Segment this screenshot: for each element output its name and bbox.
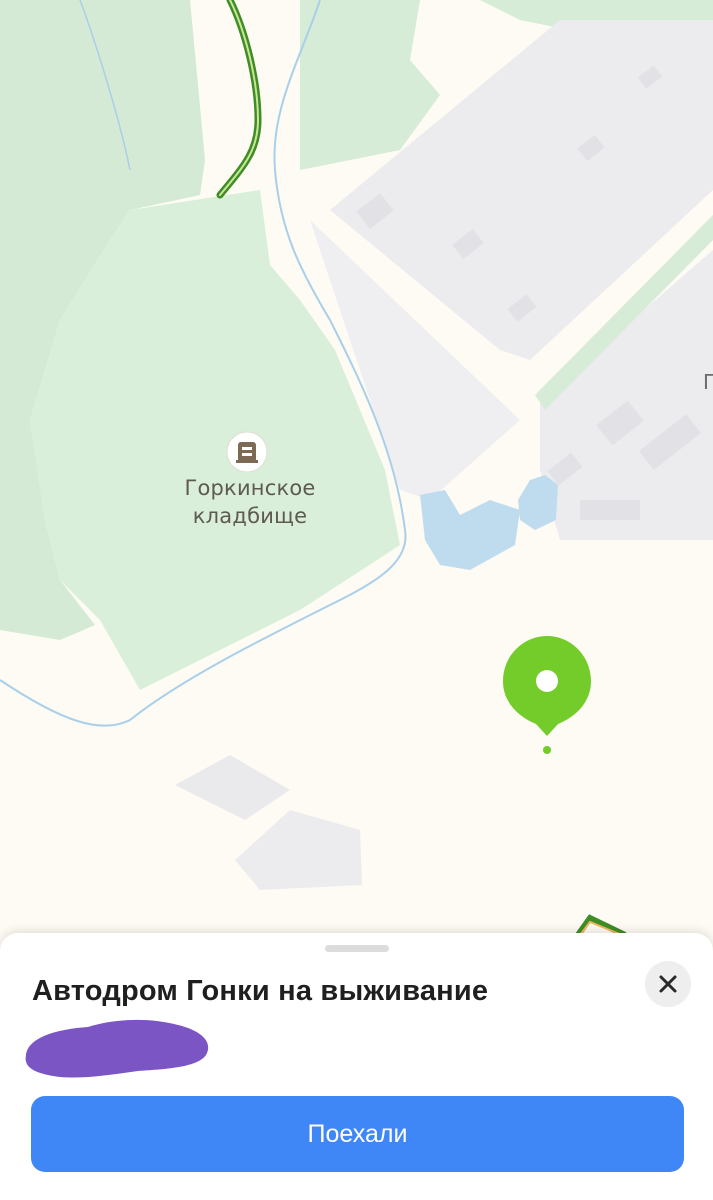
close-button[interactable] — [645, 961, 691, 1007]
poi-label: Горкинское кладбище — [150, 474, 350, 530]
place-title: Автодром Гонки на выживание — [32, 975, 489, 1007]
drag-handle[interactable] — [325, 945, 389, 952]
redacted-scribble — [25, 1019, 209, 1078]
poi-name-line2: кладбище — [192, 504, 308, 528]
poi-name-line1: Горкинское — [184, 476, 316, 500]
close-icon — [659, 975, 677, 993]
go-button[interactable]: Поехали — [31, 1096, 684, 1172]
map-edge-label: Г — [703, 370, 713, 394]
cemetery-icon[interactable] — [226, 431, 268, 473]
place-card-sheet: Автодром Гонки на выживание Поехали — [0, 933, 713, 1200]
